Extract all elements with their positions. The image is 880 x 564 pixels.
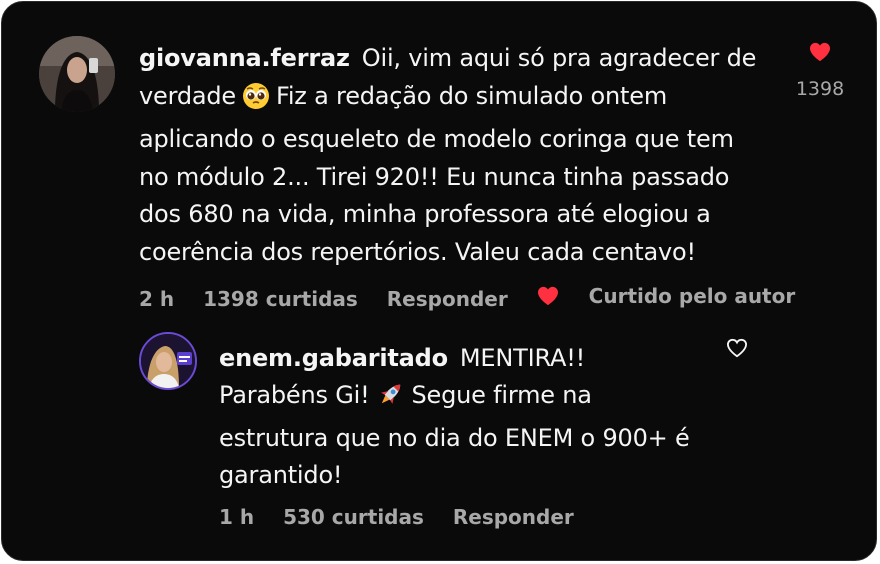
reply-username[interactable]: enem.gabaritado: [219, 344, 448, 372]
main-comment-time: 2 h: [139, 287, 175, 311]
heart-filled-icon[interactable]: [809, 42, 831, 66]
reply-likes-button[interactable]: 530 curtidas: [283, 505, 424, 529]
main-comment-username[interactable]: giovanna.ferraz: [139, 44, 350, 72]
reply-body: enem.gabaritado MENTIRA!! Parabéns Gi! Seg…: [219, 340, 699, 494]
liked-by-creator-label: Curtido pelo autor: [588, 284, 796, 308]
main-comment-avatar[interactable]: [39, 36, 115, 112]
main-comment-like-count: 1398: [795, 78, 845, 100]
comment-thread-card: giovanna.ferraz Oii, vim aqui só pra agra…: [1, 1, 877, 561]
rocket-emoji-icon: [376, 379, 406, 420]
main-comment-reply-button[interactable]: Responder: [387, 287, 508, 311]
main-comment-likes-button[interactable]: 1398 curtidas: [203, 287, 358, 311]
pleading-face-emoji-icon: [242, 82, 270, 122]
reply-avatar[interactable]: [139, 332, 197, 390]
liked-by-creator: Curtido pelo autor: [537, 284, 818, 308]
main-comment-body: giovanna.ferraz Oii, vim aqui só pra agra…: [139, 40, 761, 271]
main-comment-meta: 2 h 1398 curtidas Responder Curtido pelo…: [139, 284, 839, 311]
heart-filled-icon: [537, 286, 559, 306]
main-comment-like-area: 1398: [790, 42, 850, 100]
reply-meta: 1 h 530 curtidas Responder: [219, 505, 596, 529]
reply-time: 1 h: [219, 505, 255, 529]
heart-outline-icon[interactable]: [726, 338, 748, 362]
reply-reply-button[interactable]: Responder: [453, 505, 574, 529]
